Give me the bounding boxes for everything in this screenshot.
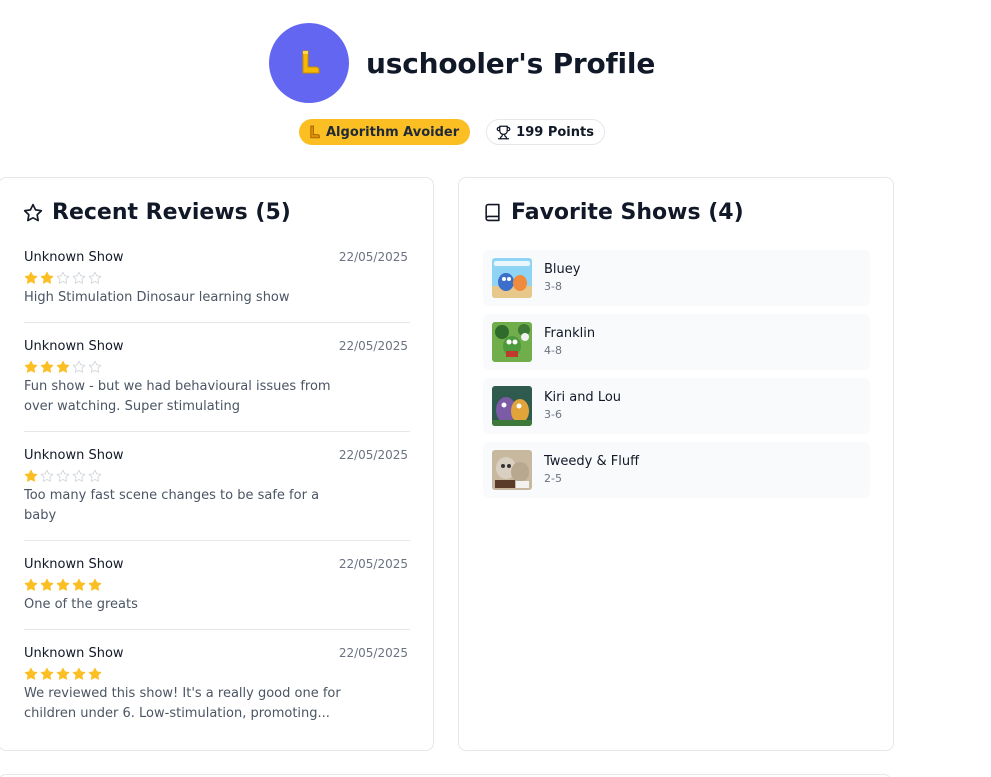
show-thumbnail <box>492 322 532 362</box>
star-rating <box>24 575 410 595</box>
review-date: 22/05/2025 <box>338 557 408 571</box>
star-empty-icon <box>88 271 102 284</box>
star-empty-icon <box>72 360 86 373</box>
star-filled-icon <box>88 578 102 591</box>
show-name: Tweedy & Fluff <box>544 454 640 469</box>
page-title: uschooler's Profile <box>366 46 656 80</box>
show-info: Bluey 3-8 <box>544 261 580 295</box>
star-filled-icon <box>88 667 102 680</box>
boot-icon <box>302 50 320 74</box>
star-empty-icon <box>40 469 54 482</box>
star-outline-icon <box>23 203 43 221</box>
review-date: 22/05/2025 <box>338 250 408 264</box>
review-text: One of the greats <box>24 597 138 612</box>
review-text: Too many fast scene changes to be safe f… <box>24 488 320 523</box>
show-info: Tweedy & Fluff 2-5 <box>544 453 639 487</box>
star-empty-icon <box>56 469 70 482</box>
show-name: Franklin <box>544 326 596 341</box>
star-rating <box>24 268 410 288</box>
star-rating <box>24 357 410 377</box>
star-filled-icon <box>56 667 70 680</box>
reviews-list: Unknown Show 22/05/2025 High Stimulation D… <box>24 248 410 752</box>
favorite-show-item[interactable]: Kiri and Lou 3-6 <box>483 378 870 434</box>
badge-row: Algorithm Avoider 199 Points <box>299 119 605 145</box>
recent-reviews-header: Recent Reviews (5) <box>23 200 291 225</box>
recent-reviews-card: Recent Reviews (5) Unknown Show 22/05/202… <box>0 177 434 751</box>
show-age-range: 3-6 <box>544 408 562 421</box>
review-text: High Stimulation Dinosaur learning show <box>24 290 290 305</box>
review-date: 22/05/2025 <box>338 646 408 660</box>
show-name: Bluey <box>544 262 581 277</box>
show-age-range: 3-8 <box>544 280 562 293</box>
review-date: 22/05/2025 <box>338 448 408 462</box>
star-empty-icon <box>88 469 102 482</box>
favorite-shows-header: Favorite Shows (4) <box>483 200 744 225</box>
avatar <box>269 23 349 103</box>
review-text: Fun show - but we had behavioural issues… <box>24 379 331 414</box>
star-filled-icon <box>24 360 38 373</box>
review-item[interactable]: Unknown Show 22/05/2025 We reviewed this s… <box>24 644 410 738</box>
star-filled-icon <box>40 360 54 373</box>
points-label: 199 Points <box>516 124 594 140</box>
star-rating <box>24 466 410 486</box>
trophy-icon <box>496 125 511 139</box>
review-item[interactable]: Unknown Show 22/05/2025 Fun show - but we … <box>24 337 410 432</box>
star-filled-icon <box>24 469 38 482</box>
show-info: Franklin 4-8 <box>544 325 595 359</box>
show-name: Kiri and Lou <box>544 390 622 405</box>
favorite-show-item[interactable]: Bluey 3-8 <box>483 250 870 306</box>
star-filled-icon <box>56 360 70 373</box>
book-icon <box>485 203 500 222</box>
show-age-range: 2-5 <box>544 472 562 485</box>
recent-reviews-title: Recent Reviews (5) <box>52 200 291 225</box>
star-filled-icon <box>72 667 86 680</box>
star-empty-icon <box>56 271 70 284</box>
star-filled-icon <box>40 271 54 284</box>
favorite-show-item[interactable]: Franklin 4-8 <box>483 314 870 370</box>
star-filled-icon <box>24 667 38 680</box>
star-filled-icon <box>56 578 70 591</box>
review-item[interactable]: Unknown Show 22/05/2025 High Stimulation D… <box>24 248 410 323</box>
show-thumbnail <box>492 258 532 298</box>
review-item[interactable]: Unknown Show 22/05/2025 One of the greats <box>24 555 410 630</box>
review-item[interactable]: Unknown Show 22/05/2025 Too many fast scen… <box>24 446 410 541</box>
star-filled-icon <box>24 271 38 284</box>
star-filled-icon <box>40 667 54 680</box>
points-badge[interactable]: 199 Points <box>486 119 605 145</box>
show-thumbnail <box>492 386 532 426</box>
favorite-show-item[interactable]: Tweedy & Fluff 2-5 <box>483 442 870 498</box>
boot-icon <box>310 125 320 138</box>
star-empty-icon <box>88 360 102 373</box>
achievement-label: Algorithm Avoider <box>326 124 460 140</box>
star-rating <box>24 664 410 684</box>
favorite-shows-title: Favorite Shows (4) <box>511 200 744 225</box>
profile-page: uschooler's Profile Algorithm Avoider 19… <box>0 0 991 777</box>
review-text: We reviewed this show! It's a really goo… <box>24 686 341 721</box>
achievement-badge[interactable]: Algorithm Avoider <box>299 119 471 145</box>
show-age-range: 4-8 <box>544 344 562 357</box>
favorite-shows-list: Bluey 3-8 Franklin 4-8 Kiri and Lou 3-6 Tweedy… <box>483 250 870 506</box>
star-filled-icon <box>72 578 86 591</box>
profile-header: uschooler's Profile <box>269 23 655 103</box>
star-filled-icon <box>40 578 54 591</box>
review-date: 22/05/2025 <box>338 339 408 353</box>
star-filled-icon <box>24 578 38 591</box>
favorite-shows-card: Favorite Shows (4) Bluey 3-8 Franklin 4-8 Ki… <box>458 177 894 751</box>
show-thumbnail <box>492 450 532 490</box>
show-info: Kiri and Lou 3-6 <box>544 389 621 423</box>
star-empty-icon <box>72 469 86 482</box>
star-empty-icon <box>72 271 86 284</box>
